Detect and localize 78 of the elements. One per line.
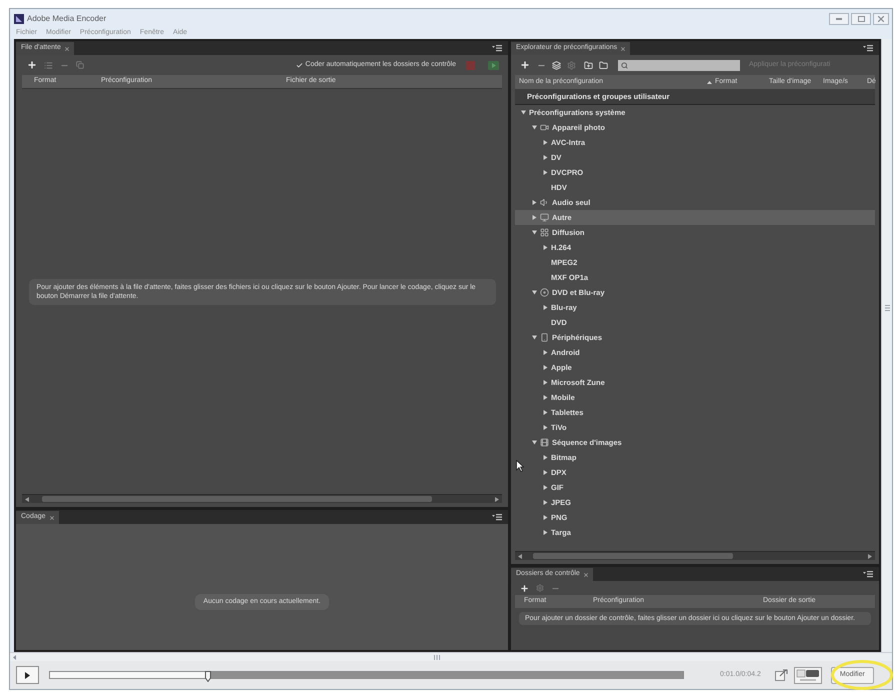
disclosure-triangle-icon[interactable] [543, 485, 548, 490]
scroll-right-arrow-icon [868, 554, 872, 558]
disclosure-triangle-icon[interactable] [543, 170, 548, 175]
disclosure-triangle-icon[interactable] [532, 200, 537, 205]
maximize-button[interactable] [851, 12, 871, 24]
disclosure-triangle-icon[interactable] [532, 125, 537, 130]
add-icon[interactable] [520, 60, 530, 70]
highlight-ring-icon [831, 660, 893, 690]
add-icon[interactable] [520, 584, 529, 592]
disclosure-triangle-icon[interactable] [543, 395, 548, 400]
horizontal-scrollbar[interactable] [22, 494, 502, 503]
close-icon[interactable] [582, 572, 589, 578]
minimize-icon [836, 18, 842, 20]
close-icon[interactable] [64, 46, 70, 52]
scroll-right-arrow-icon [495, 496, 499, 502]
export-icon[interactable] [774, 669, 788, 681]
disclosure-triangle-icon[interactable] [532, 290, 537, 295]
timeline-thumb[interactable] [205, 671, 212, 682]
disclosure-triangle-icon[interactable] [543, 515, 548, 520]
scroll-left-arrow-icon [13, 654, 16, 660]
scrollbar-grip-icon [434, 654, 440, 660]
play-icon[interactable] [488, 60, 499, 70]
video-camera-icon [540, 123, 549, 132]
disclosure-triangle-icon[interactable] [543, 410, 548, 415]
disclosure-triangle-icon[interactable] [521, 110, 526, 115]
grid-icon [540, 228, 549, 237]
close-icon[interactable] [620, 46, 626, 52]
disclosure-triangle-icon[interactable] [543, 530, 548, 535]
film-icon [540, 438, 549, 447]
disclosure-triangle-icon[interactable] [543, 350, 548, 355]
folder-icon[interactable] [599, 60, 608, 70]
mouse-pointer-icon [516, 460, 524, 472]
scrollbar-thumb[interactable] [533, 553, 733, 559]
panel-menu-icon[interactable] [492, 44, 502, 52]
video-site-icon[interactable] [794, 666, 822, 684]
disclosure-triangle-icon[interactable] [532, 230, 537, 235]
scroll-left-arrow-icon [25, 496, 29, 502]
scrollbar-grip-icon [884, 305, 890, 311]
panel-menu-icon[interactable] [863, 44, 873, 52]
search-field[interactable] [618, 60, 740, 70]
panel-menu-icon[interactable] [863, 570, 873, 578]
disclosure-triangle-icon[interactable] [543, 245, 548, 250]
tick-icon [296, 62, 304, 68]
scroll-left-arrow-icon [518, 554, 522, 558]
disclosure-triangle-icon[interactable] [543, 155, 548, 160]
add-icon[interactable] [27, 60, 37, 70]
play-icon [25, 672, 30, 678]
disclosure-triangle-icon[interactable] [543, 380, 548, 385]
scrollbar-thumb[interactable] [42, 496, 432, 502]
disclosure-triangle-icon[interactable] [532, 335, 537, 340]
speaker-icon [540, 198, 549, 207]
panel-menu-icon[interactable] [492, 514, 502, 520]
window-title: Adobe Media Encoder [27, 12, 106, 24]
folder-plus-icon[interactable] [584, 60, 593, 70]
disc-icon [540, 288, 549, 297]
app-logo-icon [14, 14, 24, 24]
horizontal-scrollbar[interactable] [515, 551, 875, 560]
disclosure-triangle-icon[interactable] [543, 305, 548, 310]
close-icon [878, 16, 884, 22]
minimize-button[interactable] [829, 12, 849, 24]
play-button[interactable] [16, 666, 39, 684]
disclosure-triangle-icon[interactable] [543, 470, 548, 475]
search-icon [621, 62, 628, 68]
disclosure-triangle-icon[interactable] [543, 425, 548, 430]
close-icon[interactable] [48, 514, 55, 520]
timeline-track[interactable] [49, 671, 684, 679]
maximize-icon [858, 16, 864, 22]
layers-icon[interactable] [552, 60, 561, 70]
disclosure-triangle-icon[interactable] [543, 365, 548, 370]
phone-icon [540, 333, 549, 342]
close-button[interactable] [873, 12, 889, 24]
disclosure-triangle-icon[interactable] [543, 500, 548, 505]
monitor-icon [540, 213, 549, 222]
disclosure-triangle-icon[interactable] [543, 455, 548, 460]
disclosure-triangle-icon[interactable] [543, 140, 548, 145]
disclosure-triangle-icon[interactable] [532, 215, 537, 220]
disclosure-triangle-icon[interactable] [532, 440, 537, 445]
vertical-scrollbar[interactable] [881, 39, 892, 652]
